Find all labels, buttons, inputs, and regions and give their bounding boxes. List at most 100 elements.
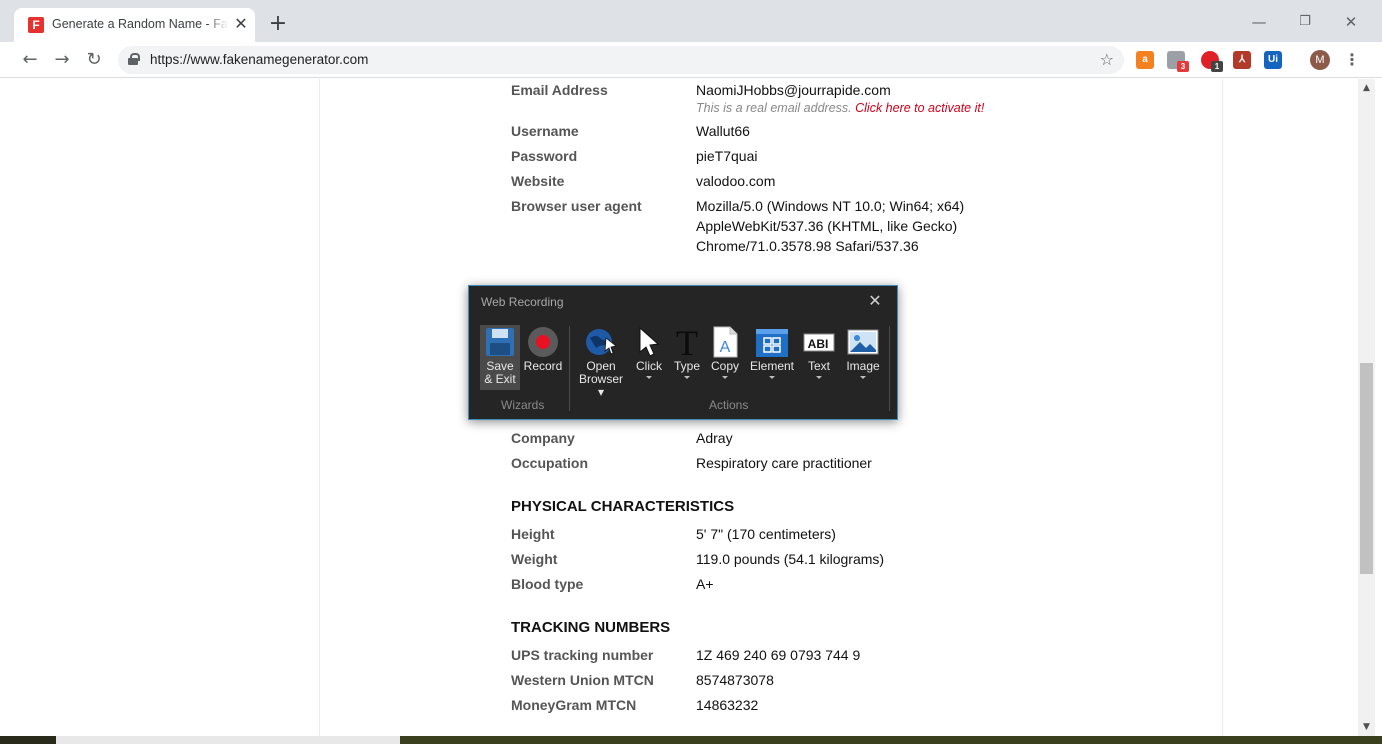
browser-tab[interactable]: F Generate a Random Name - Fake Name Gen… — [14, 8, 255, 42]
password-value: pieT7quai — [696, 148, 758, 164]
user-agent-line-1: Mozilla/5.0 (Windows NT 10.0; Win64; x64… — [696, 198, 965, 214]
text-button[interactable]: ABI Text — [801, 326, 837, 379]
url-text: https://www.fakenamegenerator.com — [150, 52, 369, 67]
record-icon — [528, 327, 558, 357]
type-t-icon: T — [676, 326, 698, 358]
tab-strip: F Generate a Random Name - Fake Name Gen… — [0, 0, 1382, 42]
image-button[interactable]: Image — [843, 326, 883, 379]
bookmark-star-icon[interactable]: ☆ — [1100, 50, 1114, 69]
back-icon[interactable]: ← — [18, 48, 42, 72]
element-label: Element — [749, 359, 795, 373]
record-button[interactable]: Record — [523, 326, 563, 373]
ups-value: 1Z 469 240 69 0793 744 9 — [696, 647, 861, 663]
shopping-bag-icon[interactable]: a — [1136, 51, 1154, 69]
text-dropdown-icon[interactable] — [816, 376, 822, 379]
element-button[interactable]: Element — [747, 326, 797, 379]
height-label: Height — [511, 526, 555, 542]
new-tab-button[interactable]: + — [266, 12, 290, 36]
cursor-arrow-icon — [639, 326, 660, 357]
text-abc-icon: ABI — [803, 333, 835, 352]
element-dropdown-icon[interactable] — [769, 376, 775, 379]
save-exit-button[interactable]: Save & Exit — [481, 326, 519, 386]
open-browser-button[interactable]: Open Browser ▾ — [575, 326, 627, 399]
website-label: Website — [511, 173, 565, 189]
svg-text:T: T — [676, 326, 698, 358]
exit-label: & Exit — [484, 372, 516, 386]
click-dropdown-icon[interactable] — [646, 376, 652, 379]
blood-type-label: Blood type — [511, 576, 584, 592]
image-dropdown-icon[interactable] — [860, 376, 866, 379]
click-button[interactable]: Click — [631, 326, 667, 379]
pdf-icon[interactable]: ⅄ — [1233, 51, 1251, 69]
physical-heading: PHYSICAL CHARACTERISTICS — [511, 498, 735, 515]
uipath-ui-icon[interactable]: Ui — [1264, 51, 1282, 69]
scroll-up-icon[interactable]: ▲ — [1358, 81, 1375, 95]
element-grid-icon — [756, 329, 788, 357]
western-union-label: Western Union MTCN — [511, 672, 654, 688]
record-label: Record — [523, 359, 563, 373]
panel-end-divider — [889, 326, 890, 411]
recorder-close-icon[interactable]: ✕ — [865, 291, 885, 311]
tab-close-icon[interactable]: ✕ — [232, 15, 250, 33]
restore-icon[interactable]: ❐ — [1293, 10, 1317, 34]
tracking-heading: TRACKING NUMBERS — [511, 619, 671, 636]
reload-icon[interactable]: ↻ — [82, 48, 106, 72]
height-value: 5' 7" (170 centimeters) — [696, 526, 836, 542]
forward-icon[interactable]: → — [50, 48, 74, 72]
opera-o-icon[interactable]: 1 — [1201, 51, 1223, 72]
extension-badge: 1 — [1211, 61, 1223, 72]
lock-icon — [128, 53, 140, 65]
scroll-down-icon[interactable]: ▼ — [1358, 720, 1375, 734]
copy-label: Copy — [710, 359, 739, 373]
company-label: Company — [511, 430, 575, 446]
globe-icon — [586, 329, 617, 355]
group-divider — [569, 326, 570, 411]
type-button[interactable]: T Type — [670, 326, 704, 379]
browser-menu-icon[interactable]: ⋮ — [1343, 48, 1361, 72]
svg-text:A: A — [720, 339, 731, 356]
taskbar-search[interactable] — [56, 736, 400, 744]
occupation-label: Occupation — [511, 455, 589, 471]
taskbar-apps — [400, 736, 1382, 744]
os-taskbar — [0, 736, 1382, 744]
type-dropdown-icon[interactable] — [684, 376, 690, 379]
copy-document-icon: A — [713, 326, 738, 358]
email-label: Email Address — [511, 82, 608, 98]
copy-dropdown-icon[interactable] — [722, 376, 728, 379]
browser-toolbar: ← → ↻ https://www.fakenamegenerator.com … — [0, 42, 1382, 78]
recorder-title: Web Recording — [481, 295, 564, 309]
company-value: Adray — [696, 430, 733, 446]
username-label: Username — [511, 123, 579, 139]
moneygram-value: 14863232 — [696, 697, 759, 713]
email-value: NaomiJHobbs@jourrapide.com — [696, 82, 891, 98]
copy-button[interactable]: A Copy — [707, 326, 743, 379]
activate-email-link[interactable]: Click here to activate it! — [855, 101, 984, 115]
site-favicon-icon: F — [28, 17, 44, 33]
user-agent-label: Browser user agent — [511, 198, 642, 214]
email-note: This is a real email address. Click here… — [696, 101, 985, 115]
wizards-group-label: Wizards — [501, 398, 545, 412]
extension-badge: 3 — [1177, 61, 1189, 72]
vertical-scrollbar[interactable]: ▲ ▼ — [1358, 79, 1375, 736]
scroll-thumb[interactable] — [1360, 363, 1373, 574]
window-close-icon[interactable]: ✕ — [1339, 10, 1363, 34]
ups-label: UPS tracking number — [511, 647, 654, 663]
browser-label: Browser ▾ — [578, 372, 623, 399]
type-label: Type — [673, 359, 700, 373]
address-bar[interactable]: https://www.fakenamegenerator.com ☆ — [118, 46, 1124, 74]
puzzle-extension-icon[interactable]: 3 — [1167, 51, 1189, 72]
svg-text:ABI: ABI — [808, 337, 829, 351]
click-label: Click — [636, 359, 662, 373]
username-value: Wallut66 — [696, 123, 750, 139]
minimize-icon[interactable]: — — [1247, 10, 1271, 34]
actions-group-label: Actions — [709, 398, 749, 412]
moneygram-label: MoneyGram MTCN — [511, 697, 637, 713]
blood-type-value: A+ — [696, 576, 714, 592]
weight-value: 119.0 pounds (54.1 kilograms) — [696, 551, 885, 567]
password-label: Password — [511, 148, 578, 164]
web-recording-panel: Web Recording ✕ Save & Exit Record Wizar… — [468, 285, 898, 420]
weight-label: Weight — [511, 551, 558, 567]
profile-avatar[interactable]: M — [1310, 50, 1330, 70]
user-agent-line-2: AppleWebKit/537.36 (KHTML, like Gecko) — [696, 218, 958, 234]
text-label: Text — [807, 359, 830, 373]
